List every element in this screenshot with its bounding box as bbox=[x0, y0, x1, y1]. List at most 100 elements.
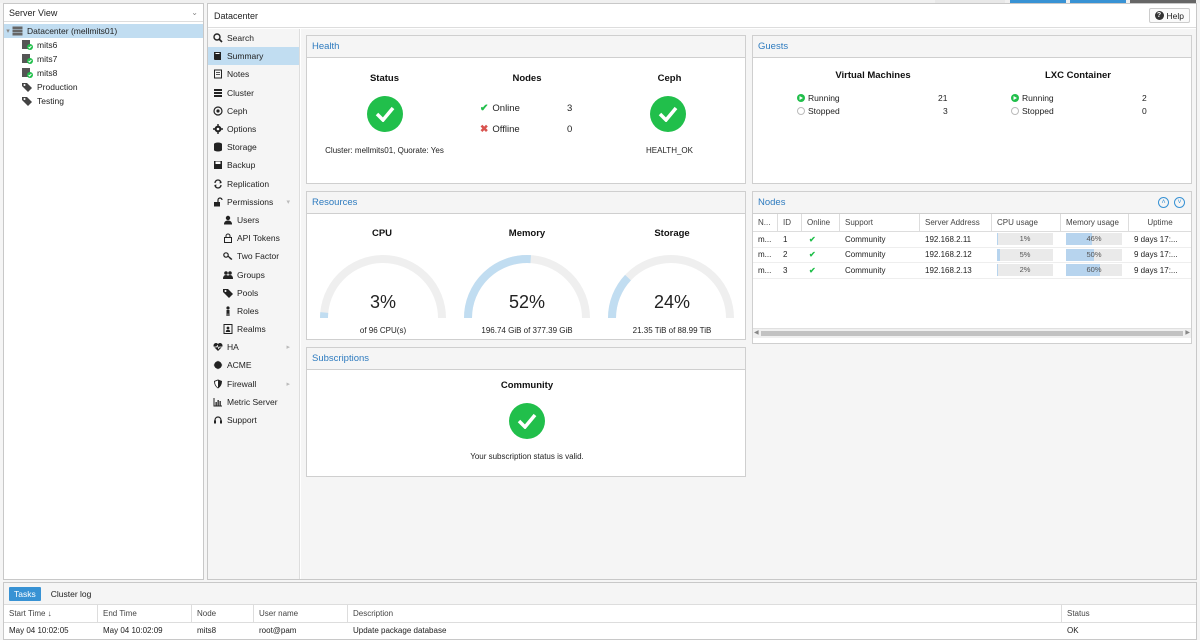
column-header-id[interactable]: ID bbox=[778, 214, 802, 231]
nav-item-replication[interactable]: Replication bbox=[208, 175, 299, 193]
node-id-cell: 2 bbox=[783, 250, 788, 260]
users-icon bbox=[223, 270, 233, 280]
table-row[interactable]: May 04 10:02:05 May 04 10:02:09 mits8 ro… bbox=[4, 623, 1196, 638]
scroll-left-icon[interactable]: ◀ bbox=[754, 329, 759, 336]
address-book-icon bbox=[223, 324, 233, 335]
column-header-start-time[interactable]: Start Time ↓ bbox=[4, 605, 98, 622]
column-header-name[interactable]: N... bbox=[753, 214, 778, 231]
scrollbar-thumb[interactable] bbox=[761, 331, 1183, 336]
node-uptime-cell: 9 days 17:... bbox=[1134, 250, 1178, 260]
ceph-status-text[interactable]: HEALTH_OK bbox=[592, 146, 747, 155]
table-row[interactable]: m... 2 ✔ Community 192.168.2.12 5% 50% 9 days 1… bbox=[753, 248, 1191, 263]
nav-item-pools[interactable]: Pools bbox=[208, 284, 299, 302]
help-button[interactable]: ? Help bbox=[1148, 8, 1190, 23]
table-row[interactable]: m... 3 ✔ Community 192.168.2.13 2% 60% 9 days 1… bbox=[753, 263, 1191, 279]
datacenter-panel: Datacenter ? Help Search Summary Notes C… bbox=[207, 3, 1197, 580]
vm-title: Virtual Machines bbox=[835, 70, 911, 81]
nav-item-api-tokens[interactable]: API Tokens bbox=[208, 229, 299, 247]
column-header-memory[interactable]: Memory usage bbox=[1061, 214, 1129, 231]
nav-label: Permissions bbox=[227, 196, 274, 207]
tree-item-mits7[interactable]: mits7 bbox=[4, 52, 203, 66]
node-memory-cell: 60% bbox=[1061, 264, 1129, 277]
nav-item-options[interactable]: Options bbox=[208, 120, 299, 138]
node-address-cell: 192.168.2.11 bbox=[925, 234, 972, 244]
cpu-usage-bar: 2% bbox=[997, 264, 1053, 277]
online-label: Online bbox=[492, 103, 520, 114]
column-header-user-name[interactable]: User name bbox=[254, 605, 348, 622]
nav-label: Two Factor bbox=[237, 251, 280, 262]
memory-text: 196.74 GiB of 377.39 GiB bbox=[481, 326, 573, 335]
nav-item-metric-server[interactable]: Metric Server bbox=[208, 393, 299, 411]
nav-item-roles[interactable]: Roles bbox=[208, 302, 299, 320]
tree-item-testing[interactable]: Testing bbox=[4, 94, 203, 108]
column-header-cpu[interactable]: CPU usage bbox=[992, 214, 1061, 231]
node-uptime-cell: 9 days 17:... bbox=[1134, 265, 1178, 275]
nav-label: Support bbox=[227, 415, 257, 426]
tab-tasks[interactable]: Tasks bbox=[9, 586, 41, 601]
nav-item-support[interactable]: Support bbox=[208, 411, 299, 429]
column-header-description[interactable]: Description bbox=[348, 605, 1062, 622]
nav-item-two-factor[interactable]: Two Factor bbox=[208, 247, 299, 265]
horizontal-scrollbar[interactable]: ◀ ▶ bbox=[753, 328, 1191, 338]
usage-bar-label: 46% bbox=[1086, 234, 1102, 244]
expand-arrow-icon[interactable]: ▸ bbox=[286, 343, 290, 351]
database-icon bbox=[213, 142, 223, 152]
nav-item-acme[interactable]: ACME bbox=[208, 356, 299, 374]
memory-usage-bar: 60% bbox=[1066, 264, 1122, 277]
tree-item-mits8[interactable]: mits8 bbox=[4, 66, 203, 80]
tree-item-mits6[interactable]: mits6 bbox=[4, 38, 203, 52]
key-icon bbox=[223, 251, 233, 261]
chevron-up-icon[interactable]: ˄ bbox=[1158, 197, 1169, 208]
unlock-icon bbox=[213, 197, 223, 207]
scroll-right-icon[interactable]: ▶ bbox=[1185, 329, 1190, 336]
vm-running-count: 21 bbox=[938, 93, 948, 103]
tree-item-label: mits7 bbox=[37, 54, 58, 64]
offline-count: 0 bbox=[567, 124, 573, 135]
tree-item-datacenter[interactable]: ▾ Datacenter (mellmits01) bbox=[4, 24, 203, 38]
nav-item-cluster[interactable]: Cluster bbox=[208, 84, 299, 102]
nav-item-ha[interactable]: HA ▸ bbox=[208, 338, 299, 356]
nav-item-ceph[interactable]: Ceph bbox=[208, 102, 299, 120]
expand-arrow-icon[interactable]: ▸ bbox=[286, 380, 290, 388]
tree-item-production[interactable]: Production bbox=[4, 80, 203, 94]
column-header-status[interactable]: Status bbox=[1062, 605, 1180, 622]
nav-label: HA bbox=[227, 342, 239, 353]
nav-item-groups[interactable]: Groups bbox=[208, 265, 299, 283]
gear-icon bbox=[213, 124, 223, 135]
collapse-icon[interactable]: ▾ bbox=[4, 27, 12, 35]
chevron-down-icon[interactable]: ˅ bbox=[1174, 197, 1185, 208]
tree-item-label: Datacenter (mellmits01) bbox=[27, 26, 118, 36]
column-header-support[interactable]: Support bbox=[840, 214, 920, 231]
nav-item-firewall[interactable]: Firewall ▸ bbox=[208, 375, 299, 393]
subscriptions-panel: Subscriptions Community Your subscriptio… bbox=[306, 347, 746, 477]
storage-value: 24% bbox=[653, 292, 691, 312]
nav-item-permissions[interactable]: Permissions ▾ bbox=[208, 193, 299, 211]
nav-item-search[interactable]: Search bbox=[208, 29, 299, 47]
nav-label: Pools bbox=[237, 287, 259, 298]
guests-panel: Guests Virtual Machines Running 21 Stopp… bbox=[752, 35, 1192, 184]
column-header-node[interactable]: Node bbox=[192, 605, 254, 622]
table-row[interactable]: m... 1 ✔ Community 192.168.2.11 1% 46% 9 days 1… bbox=[753, 232, 1191, 248]
nav-item-summary[interactable]: Summary bbox=[208, 47, 299, 66]
column-header-online[interactable]: Online bbox=[802, 214, 840, 231]
collapse-arrow-icon[interactable]: ▾ bbox=[286, 198, 290, 206]
nav-item-realms[interactable]: Realms bbox=[208, 320, 299, 338]
nav-item-backup[interactable]: Backup bbox=[208, 156, 299, 174]
node-online-cell: ✔ bbox=[802, 266, 840, 275]
person-icon bbox=[223, 306, 233, 316]
view-selector[interactable]: Server View ⌄ bbox=[4, 4, 203, 22]
tab-cluster-log[interactable]: Cluster log bbox=[46, 587, 97, 601]
nav-item-storage[interactable]: Storage bbox=[208, 138, 299, 156]
subscription-status-text: Your subscription status is valid. bbox=[470, 452, 584, 461]
task-log-tabs: Tasks Cluster log bbox=[4, 583, 1196, 605]
nav-item-notes[interactable]: Notes bbox=[208, 65, 299, 83]
column-header-address[interactable]: Server Address bbox=[920, 214, 992, 231]
column-header-end-time[interactable]: End Time bbox=[98, 605, 192, 622]
vm-stopped-row: Stopped bbox=[797, 106, 840, 116]
cpu-title: CPU bbox=[371, 228, 393, 239]
column-header-uptime[interactable]: Uptime bbox=[1129, 214, 1191, 231]
certificate-icon bbox=[213, 360, 223, 370]
storage-title: Storage bbox=[654, 228, 690, 239]
nav-item-users[interactable]: Users bbox=[208, 211, 299, 229]
task-start-time: May 04 10:02:05 bbox=[9, 626, 69, 635]
